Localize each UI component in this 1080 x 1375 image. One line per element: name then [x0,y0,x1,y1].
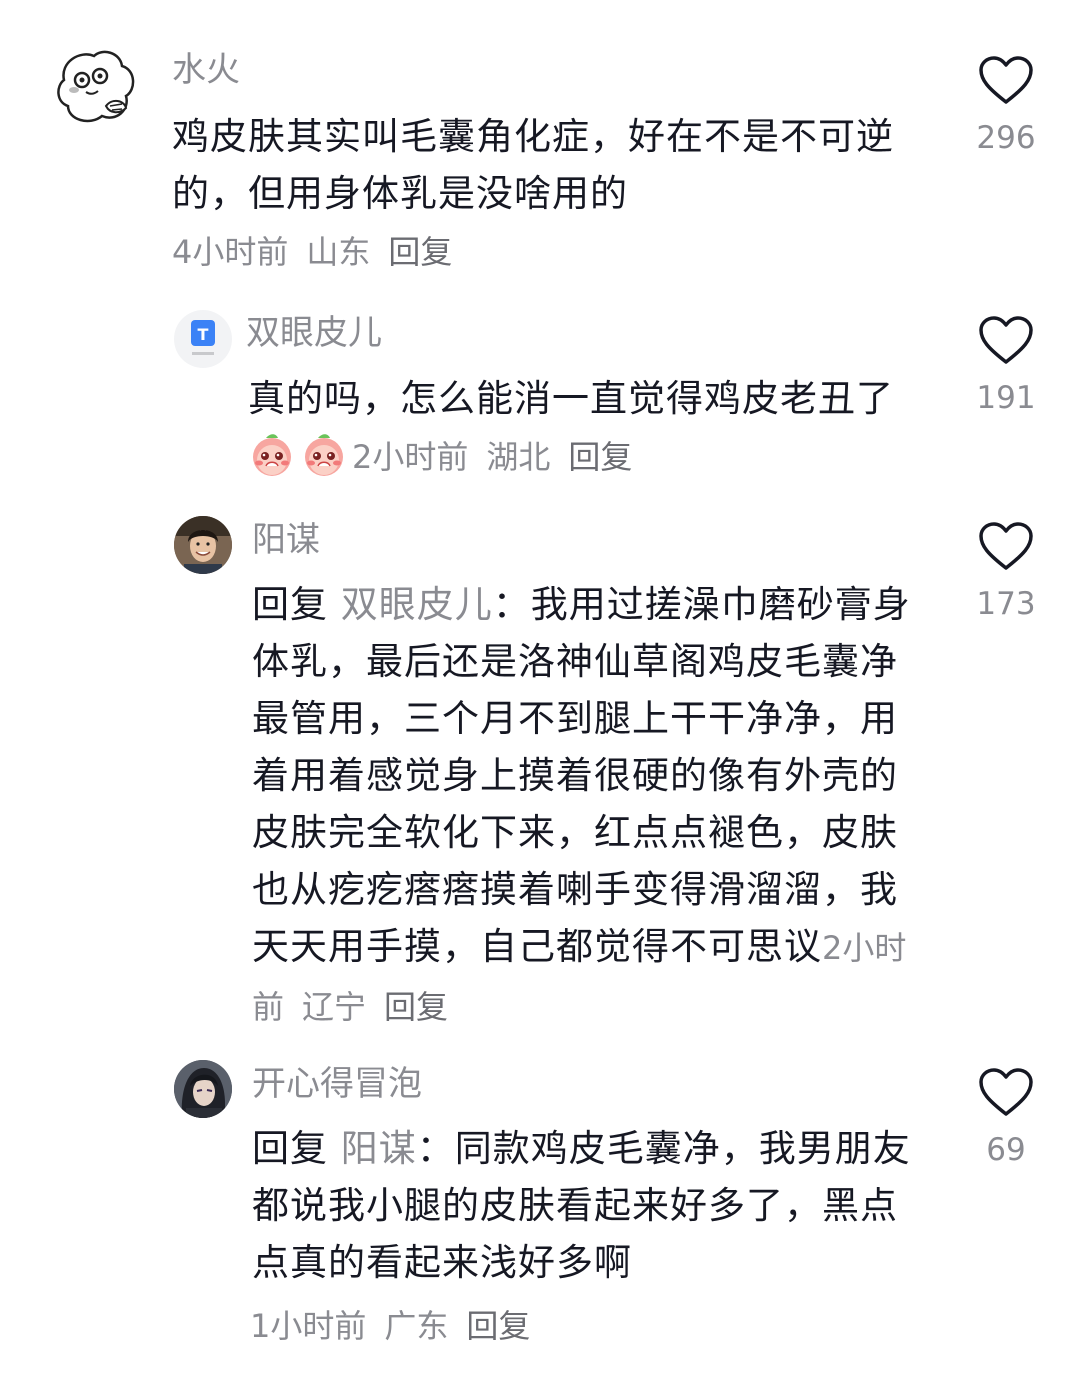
location: 山东 [306,233,371,271]
comment-meta: 2小时前 湖北 回复 [352,438,632,476]
comment-text: 回复 双眼皮儿：我用过搓澡巾磨砂膏身体乳，最后还是洛神仙草阁鸡皮毛囊净最管用，三… [252,583,911,1026]
like-button[interactable]: 173 [970,522,1042,622]
reply-target-username[interactable]: 阳谋 [341,1127,417,1170]
username[interactable]: 阳谋 [252,518,320,562]
reply-button[interactable]: 回复 [384,988,448,1026]
like-button[interactable]: 191 [970,316,1042,416]
location: 辽宁 [302,988,367,1026]
comment-meta: 1小时前 广东 回复 [250,1304,530,1348]
comment-text: 真的吗，怎么能消一直觉得鸡皮老丑了2小时前 湖北 回复 [248,370,928,494]
avatar[interactable] [174,516,232,574]
username[interactable]: 开心得冒泡 [252,1062,422,1106]
avatar[interactable] [174,1060,232,1118]
avatar[interactable]: T [174,310,232,368]
heart-icon [979,316,1033,364]
comment-text: 鸡皮肤其实叫毛囊角化症，好在不是不可逆的，但用身体乳是没啥用的 [172,115,894,215]
document-t-icon: T [191,320,215,355]
like-button[interactable]: 296 [970,56,1042,156]
location: 广东 [384,1307,449,1345]
comment-meta: 4小时前 山东 回复 [172,230,452,274]
timestamp: 1小时前 [250,1307,367,1345]
username[interactable]: 水火 [172,48,240,92]
heart-icon [979,1068,1033,1116]
timestamp: 2小时前 [352,438,469,476]
reply-button[interactable]: 回复 [568,438,632,476]
cartoon-face-icon [57,50,135,123]
user-photo-avatar [174,516,232,574]
comment-text: 回复 阳谋：同款鸡皮毛囊净，我男朋友都说我小腿的皮肤看起来好多了，黑点点真的看起… [252,1127,911,1284]
like-count: 191 [976,380,1036,416]
like-count: 173 [976,586,1036,622]
heart-icon [979,56,1033,104]
reply-prefix: 回复 [252,1127,328,1170]
peach-shy-emoji [300,430,348,494]
location: 湖北 [486,438,551,476]
avatar[interactable] [50,44,140,134]
like-count: 69 [986,1132,1026,1168]
reply-target-username[interactable]: 双眼皮儿 [341,583,493,626]
like-button[interactable]: 69 [970,1068,1042,1168]
timestamp: 4小时前 [172,233,289,271]
reply-prefix: 回复 [252,583,328,626]
svg-text:T: T [198,325,209,344]
like-count: 296 [976,120,1036,156]
anime-character-avatar [174,1060,232,1118]
heart-icon [979,522,1033,570]
reply-button[interactable]: 回复 [388,233,452,271]
peach-shy-emoji [248,430,296,494]
reply-button[interactable]: 回复 [466,1307,530,1345]
username[interactable]: 双眼皮儿 [246,311,382,355]
